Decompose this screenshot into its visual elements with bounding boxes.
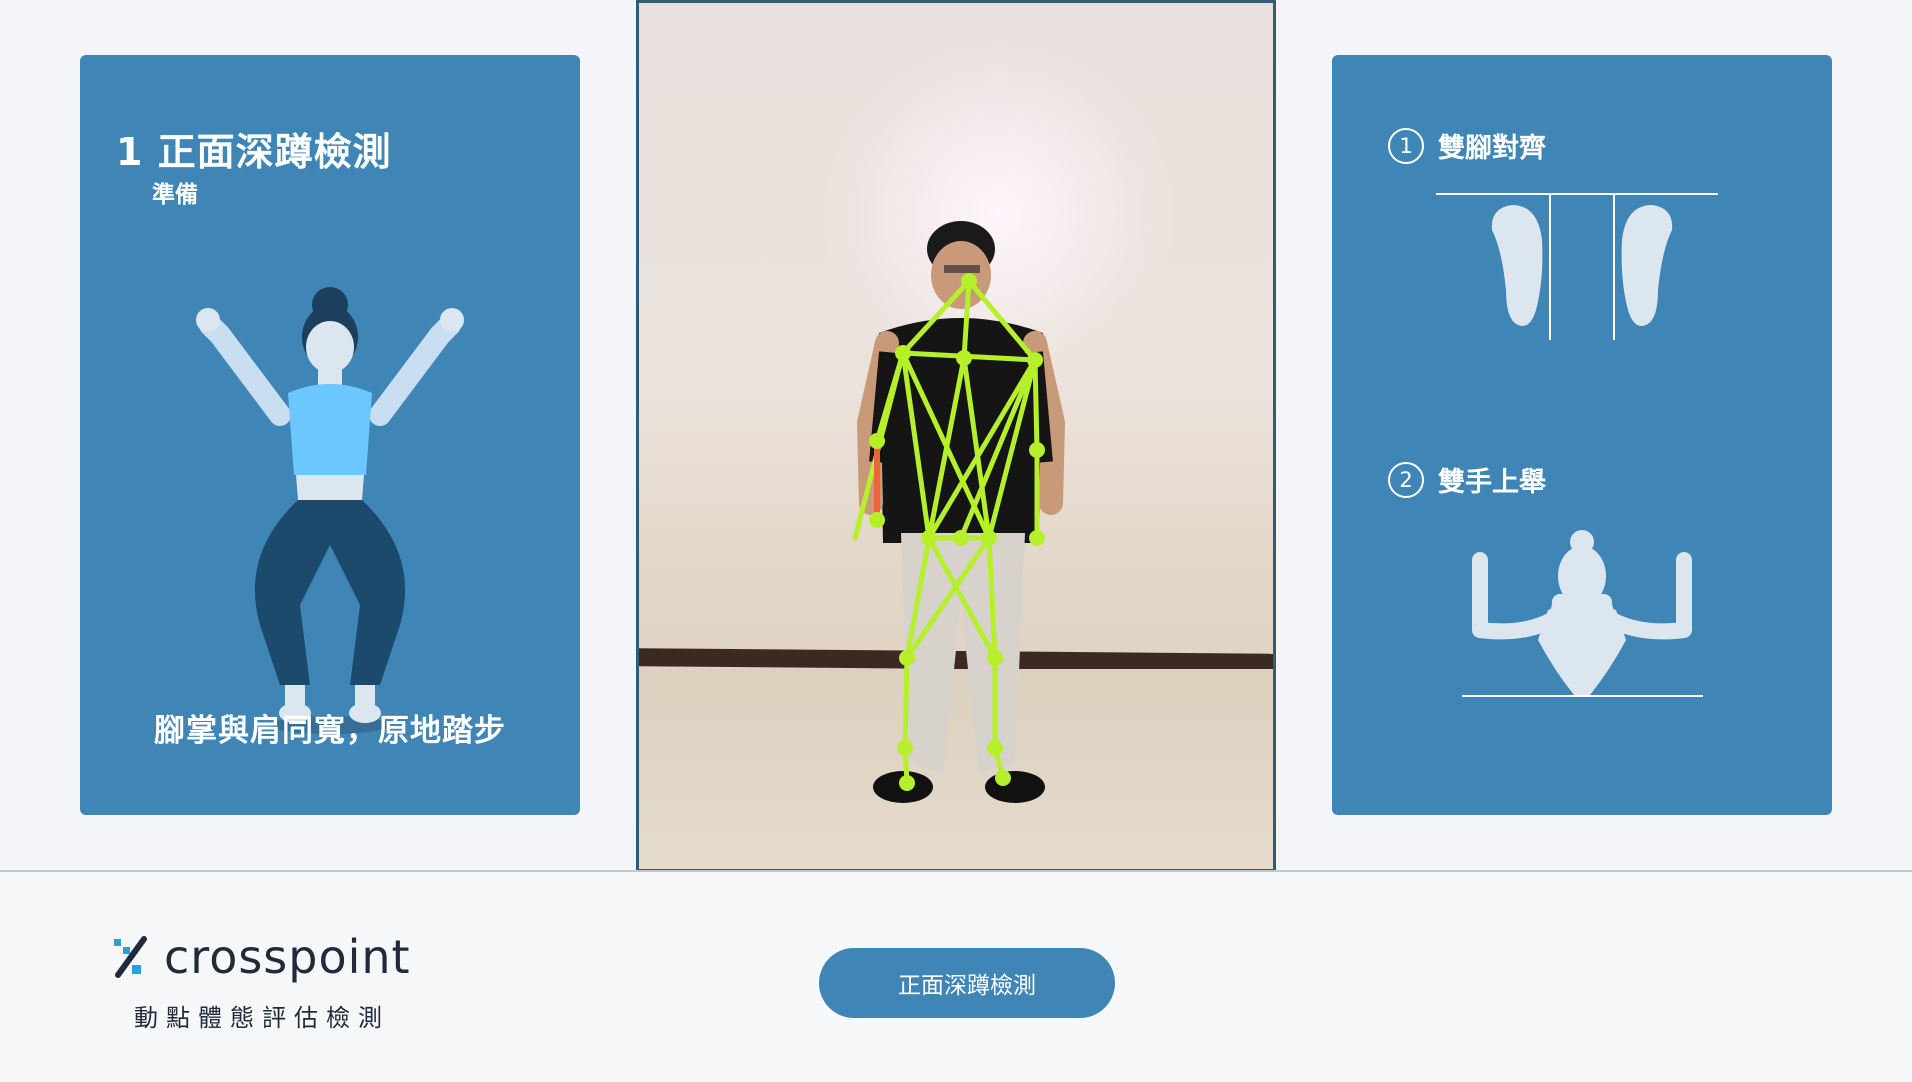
requirement-label: 雙腳對齊	[1438, 133, 1546, 164]
requirement-number: 1	[1388, 127, 1424, 164]
requirement-label: 雙手上舉	[1438, 467, 1546, 498]
brand-name: crosspoint	[164, 930, 411, 984]
step-status: 準備	[152, 182, 198, 208]
exercise-instruction: 腳掌與肩同寬，原地踏步	[154, 713, 506, 749]
start-detection-button[interactable]: 正面深蹲檢測	[819, 948, 1115, 1018]
camera-feed	[636, 0, 1276, 872]
step-title: 1 正面深蹲檢測	[116, 130, 392, 174]
requirement-number: 2	[1388, 461, 1424, 498]
person-figure	[856, 221, 1066, 803]
brand-logo: crosspoint	[110, 930, 411, 984]
brand-subtitle: 動點體態評估檢測	[134, 1004, 390, 1032]
squat-pose-illustration	[196, 287, 464, 734]
pose-overlay	[852, 221, 1066, 803]
pose-requirements-panel: 1 雙腳對齊 2 雙手上舉	[1332, 55, 1832, 815]
crosspoint-logo-icon	[114, 936, 147, 978]
requirement-feet-aligned: 1 雙腳對齊	[1388, 126, 1546, 165]
requirement-hands-raised: 2 雙手上舉	[1388, 460, 1546, 499]
feet-alignment-illustration	[1436, 193, 1718, 340]
exercise-instruction-panel: 1 正面深蹲檢測 準備 腳掌與肩同寬，原地踏步	[80, 55, 580, 815]
hands-raised-illustration	[1462, 530, 1703, 697]
